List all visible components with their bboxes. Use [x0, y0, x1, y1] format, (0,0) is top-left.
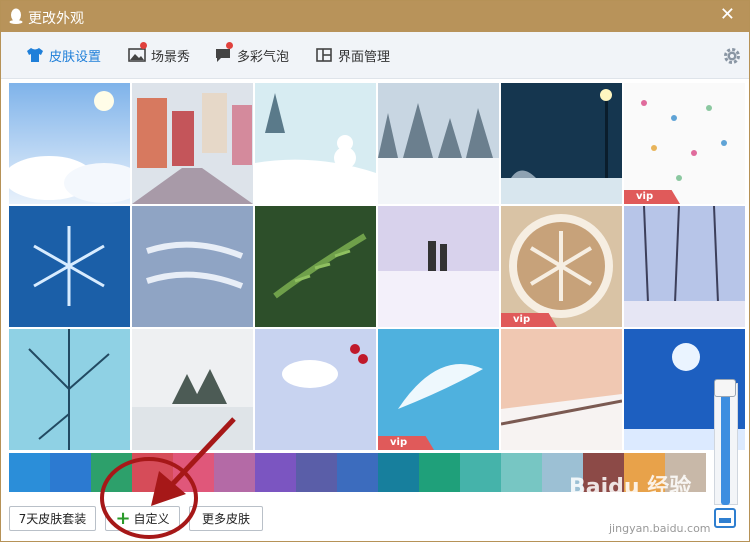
picture-icon: [128, 48, 146, 62]
button-label: 7天皮肤套装: [18, 512, 87, 526]
skin-thumbnail-latte-snowflake[interactable]: vip: [501, 206, 622, 327]
layout-icon: [316, 48, 332, 62]
color-swatch[interactable]: [91, 453, 132, 492]
notification-dot: [140, 42, 147, 49]
window-title: 更改外观: [28, 11, 84, 27]
color-swatch[interactable]: [255, 453, 296, 492]
color-swatch[interactable]: [501, 453, 542, 492]
skin-thumbnail-sky-clouds[interactable]: [9, 83, 130, 204]
color-swatch[interactable]: [9, 453, 50, 492]
skin-thumbnail-couple-snow[interactable]: [378, 206, 499, 327]
skin-thumbnail-snowflake-blue[interactable]: [9, 206, 130, 327]
vip-badge: vip: [501, 313, 557, 327]
skin-thumbnail-feather[interactable]: vip: [378, 329, 499, 450]
close-button[interactable]: ✕: [720, 5, 735, 25]
color-swatch[interactable]: [419, 453, 460, 492]
skin-thumbnail-snowy-street[interactable]: [132, 83, 253, 204]
color-swatch[interactable]: [173, 453, 214, 492]
tab-colorful-bubbles[interactable]: 多彩气泡: [214, 42, 290, 66]
button-label: 更多皮肤: [201, 512, 250, 526]
button-label: 自定义: [133, 512, 170, 526]
skin-thumbnail-winter-trees[interactable]: [624, 206, 745, 327]
watermark-url: jingyan.baidu.com: [609, 522, 711, 535]
tab-label: 多彩气泡: [237, 49, 290, 65]
vip-badge: vip: [378, 436, 434, 450]
color-swatch[interactable]: [337, 453, 378, 492]
gear-icon[interactable]: [722, 46, 742, 66]
skin-thumbnail-snow-forest[interactable]: [378, 83, 499, 204]
transparency-slider-fill: [721, 393, 730, 505]
seven-day-skin-set-button[interactable]: 7天皮肤套装: [9, 506, 96, 531]
color-swatch[interactable]: [132, 453, 173, 492]
watermark-brand: Baidu 经验: [569, 475, 692, 500]
vip-badge: vip: [624, 190, 680, 204]
tshirt-icon: [27, 48, 43, 62]
color-swatch[interactable]: [50, 453, 91, 492]
skin-thumbnail-pine-branch[interactable]: [255, 206, 376, 327]
color-swatch[interactable]: [460, 453, 501, 492]
tab-label: 界面管理: [338, 49, 391, 65]
skin-thumbnail-snowflake-pattern[interactable]: vip: [624, 83, 745, 204]
skin-thumbnail-birds-lake[interactable]: [132, 329, 253, 450]
tab-skin-settings[interactable]: 皮肤设置: [26, 44, 101, 66]
bubble-icon: [216, 49, 230, 62]
skin-thumbnail-merry-christmas[interactable]: [132, 206, 253, 327]
skin-thumbnail-snowman[interactable]: [255, 83, 376, 204]
tab-label: 场景秀: [151, 49, 191, 65]
tab-interface-management[interactable]: 界面管理: [315, 44, 390, 66]
skin-thumbnail-frozen-branches[interactable]: [9, 329, 130, 450]
skin-grid: vip vip vip: [9, 83, 747, 452]
mini-mode-button[interactable]: [714, 508, 736, 528]
more-skins-button[interactable]: 更多皮肤: [189, 506, 263, 531]
skin-thumbnail-bird-berries[interactable]: [255, 329, 376, 450]
color-swatch[interactable]: [378, 453, 419, 492]
skin-thumbnail-snow-boardwalk[interactable]: [501, 329, 622, 450]
tab-label: 皮肤设置: [49, 49, 102, 65]
color-swatch[interactable]: [214, 453, 255, 492]
appearance-window: 更改外观 ✕ 皮肤设置 场景秀 多彩气泡 界面管理 vip vip vip 7天…: [0, 0, 750, 542]
transparency-slider-handle[interactable]: [714, 379, 736, 397]
custom-skin-button[interactable]: + 自定义: [105, 506, 180, 531]
tab-scene-show[interactable]: 场景秀: [128, 42, 191, 66]
skin-thumbnail-night-lamp[interactable]: [501, 83, 622, 204]
qq-penguin-icon: [9, 8, 23, 24]
plus-icon: +: [115, 507, 131, 529]
color-swatch[interactable]: [296, 453, 337, 492]
title-bar: 更改外观 ✕: [1, 1, 749, 32]
tab-bar: 皮肤设置 场景秀 多彩气泡 界面管理: [1, 32, 749, 79]
notification-dot: [226, 42, 233, 49]
